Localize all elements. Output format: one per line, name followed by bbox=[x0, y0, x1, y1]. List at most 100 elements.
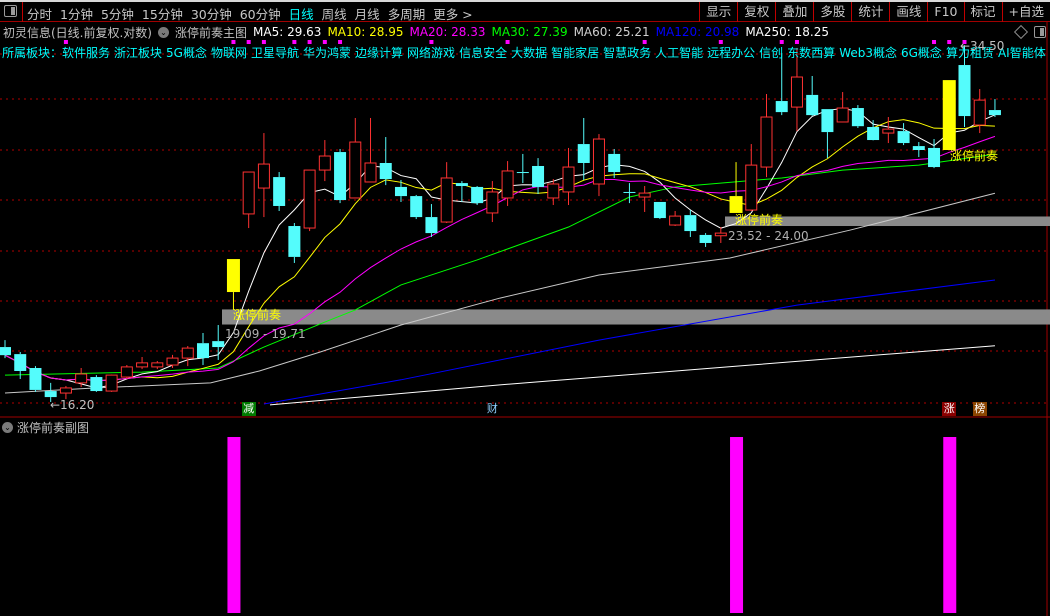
candle-body bbox=[653, 201, 666, 219]
candle-body bbox=[638, 192, 651, 198]
signal-bar bbox=[943, 437, 957, 613]
candle[interactable] bbox=[318, 140, 331, 182]
candle[interactable] bbox=[836, 92, 849, 123]
ma250-line bbox=[269, 345, 995, 406]
candle-body bbox=[425, 217, 438, 234]
candle-body bbox=[729, 196, 743, 213]
candle-body bbox=[226, 259, 240, 293]
candle[interactable] bbox=[136, 357, 149, 370]
candle[interactable] bbox=[226, 259, 240, 310]
candle[interactable] bbox=[760, 94, 773, 178]
event-tag[interactable]: 财 bbox=[485, 402, 499, 416]
sector-tag[interactable]: 网络游戏 bbox=[407, 46, 455, 60]
candle[interactable] bbox=[303, 169, 316, 232]
candle[interactable] bbox=[181, 346, 194, 367]
candle[interactable] bbox=[851, 105, 864, 128]
candle[interactable] bbox=[486, 181, 499, 223]
candle-body bbox=[592, 138, 605, 185]
sector-tag[interactable]: 大数据 bbox=[511, 46, 547, 60]
candle[interactable] bbox=[29, 366, 42, 392]
candle[interactable] bbox=[821, 109, 834, 159]
candle[interactable] bbox=[729, 162, 743, 213]
sector-tag[interactable]: 远程办公 bbox=[707, 46, 755, 60]
candle[interactable] bbox=[455, 181, 468, 202]
candle-body bbox=[882, 128, 895, 134]
candle[interactable] bbox=[562, 147, 575, 206]
sector-tag[interactable]: 智能家居 bbox=[551, 46, 599, 60]
candle[interactable] bbox=[471, 186, 484, 206]
candle[interactable] bbox=[425, 204, 438, 237]
candle[interactable] bbox=[212, 325, 225, 360]
sector-tag[interactable]: 物联网 bbox=[211, 46, 247, 60]
candle[interactable] bbox=[75, 368, 88, 388]
event-tag[interactable]: 涨 bbox=[942, 402, 957, 416]
candle[interactable] bbox=[120, 365, 133, 379]
candle[interactable] bbox=[867, 120, 880, 141]
candle[interactable] bbox=[166, 354, 179, 369]
candle[interactable] bbox=[273, 172, 286, 212]
candle[interactable] bbox=[942, 80, 956, 151]
sector-tag[interactable]: 卫星导航 bbox=[251, 46, 299, 60]
sector-tag[interactable]: 智慧政务 bbox=[603, 46, 651, 60]
candle[interactable] bbox=[0, 340, 11, 359]
sector-tag[interactable]: 浙江板块 bbox=[114, 46, 162, 60]
ma120-line bbox=[263, 279, 996, 405]
candle[interactable] bbox=[577, 117, 590, 180]
sector-tag[interactable]: 信创 bbox=[759, 46, 783, 60]
candle[interactable] bbox=[532, 158, 545, 195]
sector-tag[interactable]: 软件服务 bbox=[62, 46, 110, 60]
sector-tag[interactable]: AI智能体 bbox=[998, 46, 1046, 60]
candle[interactable] bbox=[653, 201, 666, 220]
sector-tag[interactable]: 边缘计算 bbox=[355, 46, 403, 60]
candle[interactable] bbox=[897, 123, 910, 146]
candle-body bbox=[196, 343, 209, 359]
candle[interactable] bbox=[669, 211, 682, 227]
candle[interactable] bbox=[547, 179, 560, 206]
candle-body bbox=[790, 76, 803, 108]
candle-body bbox=[410, 196, 423, 218]
candle[interactable] bbox=[714, 227, 727, 243]
candle[interactable] bbox=[349, 117, 362, 199]
sector-tag[interactable]: 信息安全 bbox=[459, 46, 507, 60]
candle[interactable] bbox=[684, 210, 697, 237]
candle-body bbox=[14, 354, 27, 371]
candle[interactable] bbox=[516, 153, 529, 184]
candle[interactable] bbox=[257, 133, 270, 218]
candle-body bbox=[608, 153, 621, 173]
candle-body bbox=[257, 163, 270, 189]
candle[interactable] bbox=[196, 333, 209, 366]
candle[interactable] bbox=[151, 361, 164, 370]
candle[interactable] bbox=[592, 134, 605, 197]
chevron-down-icon[interactable]: ⌄ bbox=[2, 422, 13, 433]
candle[interactable] bbox=[242, 171, 255, 229]
candle[interactable] bbox=[440, 162, 453, 224]
candle[interactable] bbox=[410, 194, 423, 220]
sector-tag[interactable]: 5G概念 bbox=[166, 46, 207, 60]
candle[interactable] bbox=[912, 142, 925, 158]
sector-tag[interactable]: Web3概念 bbox=[839, 46, 897, 60]
sector-tag[interactable]: 东数西算 bbox=[787, 46, 835, 60]
candle[interactable] bbox=[288, 223, 301, 263]
sector-tag[interactable]: 6G概念 bbox=[901, 46, 942, 60]
candle[interactable] bbox=[806, 76, 819, 116]
candle-body bbox=[440, 177, 453, 223]
candle-body bbox=[59, 387, 72, 394]
candle[interactable] bbox=[745, 144, 758, 212]
candle[interactable] bbox=[105, 374, 118, 392]
sector-tag[interactable]: 华为鸿蒙 bbox=[303, 46, 351, 60]
candle-body bbox=[958, 65, 971, 117]
candle-body bbox=[684, 215, 697, 232]
candle[interactable] bbox=[608, 148, 621, 178]
candle[interactable] bbox=[988, 99, 1001, 118]
candle-body bbox=[714, 232, 727, 237]
event-tag[interactable]: 榜 bbox=[972, 402, 987, 416]
candle[interactable] bbox=[379, 137, 392, 186]
candle[interactable] bbox=[90, 375, 103, 392]
candle[interactable] bbox=[334, 148, 347, 204]
candle[interactable] bbox=[638, 186, 651, 212]
candle[interactable] bbox=[699, 233, 712, 247]
sector-tag[interactable]: 人工智能 bbox=[655, 46, 703, 60]
candle[interactable] bbox=[775, 53, 788, 116]
event-tag[interactable]: 减 bbox=[241, 402, 256, 416]
candle-body bbox=[851, 108, 864, 127]
